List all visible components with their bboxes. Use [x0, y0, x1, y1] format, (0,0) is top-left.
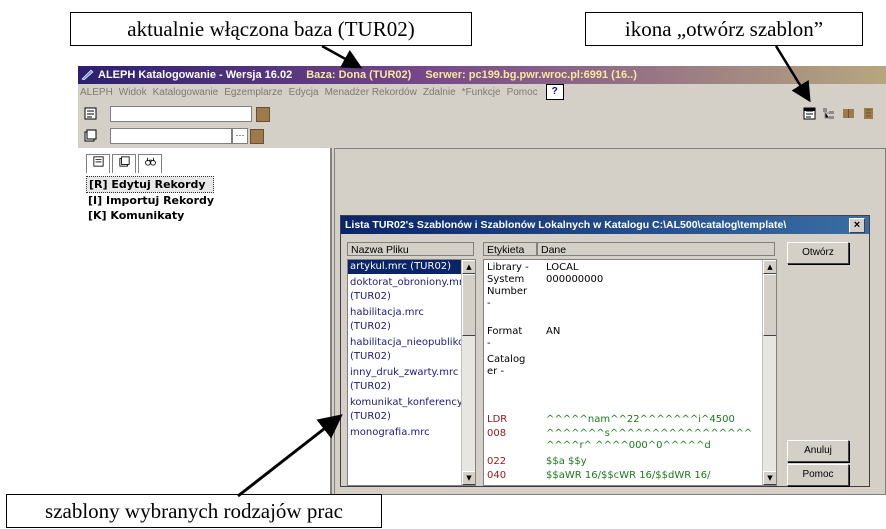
callout-open-template-icon: ikona „otwórz szablon” [585, 12, 863, 46]
header-data[interactable]: Dane [537, 242, 775, 256]
menu-menadzer-rekordow[interactable]: Menadżer Rekordów [325, 87, 417, 98]
field-tag: LDR [487, 414, 508, 425]
list-item[interactable]: habilitacja.mrc (TUR02) [348, 306, 462, 334]
field-tag: 040 [487, 470, 507, 481]
current-base: Baza: Dona (TUR02) [306, 69, 412, 81]
help-button[interactable]: Pomoc [787, 464, 849, 486]
scroll-up-icon[interactable]: ▲ [763, 260, 776, 274]
template-list-dialog: Lista TUR02's Szablonów i Szablonów Loka… [340, 215, 870, 487]
header-label[interactable]: Etykieta [483, 242, 537, 256]
field-value: ^^^^^nam^^22^^^^^^^i^4500 [546, 414, 735, 425]
menu-katalogowanie[interactable]: Katalogowanie [153, 87, 219, 98]
field-value: $$a $$y [546, 456, 587, 467]
scroll-down-icon[interactable]: ▼ [462, 471, 475, 485]
list-item[interactable]: artykul.mrc (TUR02) [348, 260, 462, 274]
record-icon [92, 156, 104, 167]
navigation-pane: [R] Edytuj Rekordy [I] Importuj Rekordy … [78, 148, 332, 495]
row-label: Library - System Number - [487, 262, 529, 309]
server-info: Serwer: pc199.bg.pwr.wroc.pl:6991 (16..) [425, 69, 637, 81]
callout-template-types: szablony wybranych rodzajów prac [6, 494, 382, 528]
scroll-down-icon[interactable]: ▼ [763, 471, 776, 485]
open-template-icon[interactable] [803, 107, 816, 120]
pen-icon [81, 69, 94, 80]
template-preview[interactable]: Library - System Number - LOCAL 00000000… [483, 259, 777, 486]
menu-pomoc[interactable]: Pomoc [507, 87, 538, 98]
book-icon[interactable] [842, 107, 855, 120]
menu-zdalnie[interactable]: Zdalnie [423, 87, 456, 98]
tree-menu: [R] Edytuj Rekordy [I] Importuj Rekordy … [86, 176, 215, 223]
copy-icon [118, 156, 130, 167]
list-item[interactable]: inny_druk_zwarty.mrc (TUR02) [348, 366, 462, 394]
menu-aleph[interactable]: ALEPH [80, 87, 113, 98]
tab-copies[interactable] [112, 154, 136, 173]
browse-button[interactable]: ··· [232, 128, 248, 144]
window-title: ALEPH Katalogowanie - Wersja 16.02 [98, 69, 293, 81]
menu-bar: ALEPH Widok Katalogowanie Egzemplarze Edycja… [78, 84, 886, 102]
tree-item-edit-records[interactable]: [R] Edytuj Rekordy [86, 176, 215, 193]
row-label: Catalog er - [487, 354, 526, 377]
tab-records[interactable] [86, 154, 110, 173]
toolbar-input-1[interactable] [110, 106, 252, 122]
cancel-button[interactable]: Anuluj [787, 440, 849, 462]
tab-search[interactable] [138, 154, 162, 173]
row-value: AN [546, 326, 561, 337]
preview-scrollbar[interactable]: ▲ ▼ [762, 260, 776, 485]
toolbar-button-2[interactable] [250, 129, 264, 144]
toolbar-row-2: ··· [78, 126, 886, 146]
toolbar-button-1[interactable] [256, 107, 270, 122]
close-icon[interactable]: × [849, 218, 865, 233]
list-item[interactable]: monografia.mrc [348, 426, 462, 440]
row-label: Format - [487, 326, 523, 349]
list-item[interactable]: komunikat_konferencyjny.mrc (TUR02) [348, 396, 475, 424]
help-icon[interactable]: ? [545, 84, 564, 101]
panel-icon[interactable] [862, 107, 875, 120]
menu-funkcje[interactable]: *Funkcje [462, 87, 501, 98]
callout-current-base: aktualnie włączona baza (TUR02) [70, 12, 472, 46]
field-value: ^^^^^^^s^^^^^^^^^^^^^^^^^^^^^r^ ^^^^000^… [546, 428, 753, 451]
list-item[interactable]: habilitacja_nieopublikowana.mrc (TUR02) [348, 336, 475, 364]
scroll-up-icon[interactable]: ▲ [462, 260, 475, 274]
toolbar-row-1 [78, 104, 886, 124]
tree-icon[interactable] [822, 107, 835, 120]
field-tag: 022 [487, 456, 507, 467]
record-icon[interactable] [84, 107, 97, 120]
binoculars-icon [144, 157, 156, 166]
menu-egzemplarze[interactable]: Egzemplarze [224, 87, 282, 98]
toolbar-input-2[interactable] [110, 128, 232, 144]
copy-icon[interactable] [84, 129, 97, 142]
menu-widok[interactable]: Widok [119, 87, 147, 98]
field-tag: 008 [487, 428, 507, 439]
tree-item-messages[interactable]: [K] Komunikaty [86, 208, 214, 223]
row-value: LOCAL 000000000 [546, 262, 604, 285]
field-value: $$aWR 16/$$cWR 16/$$dWR 16/ [546, 470, 711, 481]
dialog-title: Lista TUR02's Szablonów i Szablonów Loka… [341, 216, 869, 234]
tree-item-import-records[interactable]: [I] Importuj Rekordy [86, 193, 214, 208]
menu-edycja[interactable]: Edycja [289, 87, 319, 98]
open-button[interactable]: Otwórz [787, 242, 849, 264]
arrow-to-base [321, 44, 363, 69]
list-scrollbar[interactable]: ▲ ▼ [461, 260, 475, 485]
list-item[interactable]: doktorat_obroniony.mrc (TUR02) [348, 276, 468, 304]
header-file-name[interactable]: Nazwa Pliku [347, 242, 474, 256]
title-bar: ALEPH Katalogowanie - Wersja 16.02 Baza: … [78, 66, 886, 84]
template-file-list[interactable]: artykul.mrc (TUR02) doktorat_obroniony.m… [347, 259, 476, 486]
scroll-thumb[interactable] [462, 274, 475, 336]
scroll-thumb[interactable] [763, 274, 776, 336]
